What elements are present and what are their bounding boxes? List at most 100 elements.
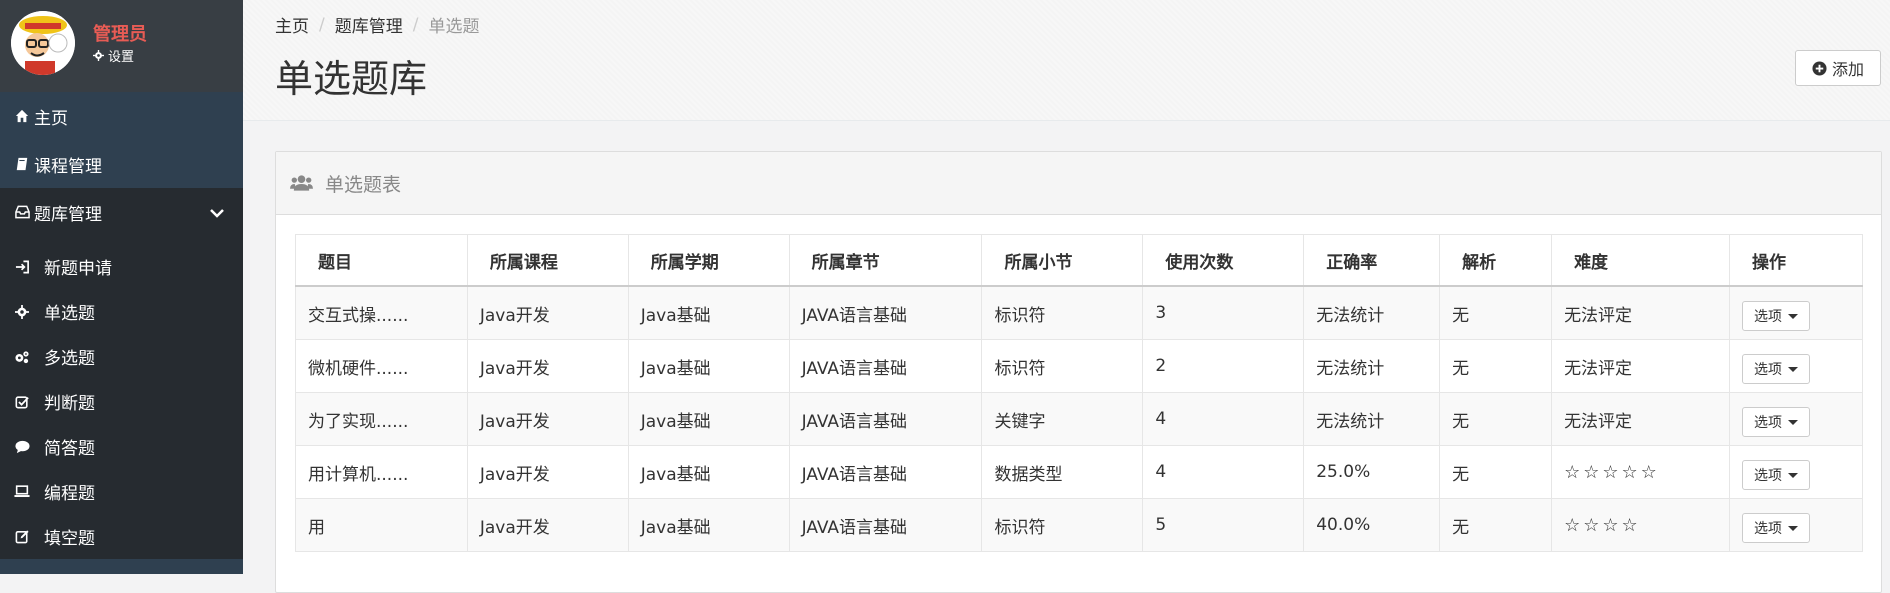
column-header-chapter[interactable]: 所属章节 [788, 234, 983, 287]
settings-link[interactable]: 设置 [93, 46, 134, 65]
question-bank-submenu: 新题申请 单选题 多选题 判断题 简答题 编程题 填空题 [0, 236, 243, 559]
options-dropdown-button[interactable]: 选项 [1741, 354, 1810, 384]
avatar[interactable] [11, 11, 75, 75]
laptop-icon [14, 484, 30, 500]
sidebar-item-label: 单选题 [44, 304, 95, 324]
caret-down-icon [1787, 525, 1798, 531]
sidebar-item-true-false[interactable]: 判断题 [0, 379, 243, 424]
user-name: 管理员 [93, 24, 147, 45]
sidebar-item-single-choice[interactable]: 单选题 [0, 289, 243, 334]
cell-actions: 选项 [1728, 285, 1864, 340]
home-icon [14, 108, 30, 124]
sidebar-item-label: 多选题 [44, 349, 95, 369]
cell-chapter: JAVA语言基础 [788, 285, 983, 340]
cell-title[interactable]: 微机硬件...... [295, 339, 468, 393]
table-row: 交互式操...... Java开发 Java基础 JAVA语言基础 标识符 3 … [295, 285, 1864, 340]
cell-analysis: 无 [1439, 498, 1553, 552]
breadcrumb-question-bank[interactable]: 题库管理 [335, 12, 403, 37]
column-header-difficulty[interactable]: 难度 [1551, 234, 1730, 287]
cell-accuracy: 无法统计 [1303, 339, 1441, 393]
column-header-title[interactable]: 题目 [295, 234, 468, 287]
column-header-section[interactable]: 所属小节 [981, 234, 1144, 287]
cell-difficulty-stars: ☆☆☆☆☆ [1551, 445, 1730, 499]
users-icon [290, 174, 313, 192]
sidebar-item-fill-blank[interactable]: 填空题 [0, 514, 243, 559]
options-label: 选项 [1753, 362, 1782, 378]
cell-title[interactable]: 为了实现...... [295, 392, 468, 446]
table-header-row: 题目 所属课程 所属学期 所属章节 所属小节 使用次数 正确率 解析 难度 操作 [295, 234, 1864, 287]
user-panel: 管理员 设置 [0, 0, 243, 92]
add-button[interactable]: 添加 [1795, 50, 1881, 86]
cell-usage-count: 5 [1142, 498, 1305, 552]
add-button-label: 添加 [1831, 60, 1864, 79]
column-header-accuracy[interactable]: 正确率 [1303, 234, 1441, 287]
sidebar-nav: 主页 课程管理 题库管理 新题申请 单选题 多选题 判断题 简答题 编程题 填空… [0, 92, 243, 559]
cell-chapter: JAVA语言基础 [788, 392, 983, 446]
cell-semester: Java基础 [627, 285, 790, 340]
cell-analysis: 无 [1439, 339, 1553, 393]
column-header-analysis[interactable]: 解析 [1439, 234, 1553, 287]
cell-accuracy: 25.0% [1303, 445, 1441, 499]
sidebar-item-question-bank[interactable]: 题库管理 [0, 188, 243, 236]
cell-course: Java开发 [466, 498, 629, 552]
sidebar-item-label: 题库管理 [34, 204, 102, 225]
cell-actions: 选项 [1728, 339, 1864, 393]
plus-circle-icon [1812, 60, 1827, 76]
sidebar-item-new-question[interactable]: 新题申请 [0, 244, 243, 289]
cell-title[interactable]: 用 [295, 498, 468, 552]
panel-title: 单选题表 [325, 173, 402, 196]
cell-analysis: 无 [1439, 285, 1553, 340]
sidebar-item-home[interactable]: 主页 [0, 92, 243, 140]
cell-section: 数据类型 [981, 445, 1144, 499]
cell-chapter: JAVA语言基础 [788, 445, 983, 499]
sidebar: 管理员 设置 主页 课程管理 题库管理 新题申请 单选题 多选题 判断题 简答题… [0, 0, 243, 574]
cell-semester: Java基础 [627, 392, 790, 446]
cell-title[interactable]: 交互式操...... [295, 285, 468, 340]
cell-usage-count: 3 [1142, 285, 1305, 340]
table-row: 用 Java开发 Java基础 JAVA语言基础 标识符 5 40.0% 无 ☆… [295, 498, 1864, 552]
breadcrumb-separator: / [412, 14, 419, 35]
sidebar-item-multi-choice[interactable]: 多选题 [0, 334, 243, 379]
edit-icon [14, 529, 30, 545]
page-header: 主页 / 题库管理 / 单选题 单选题库 添加 [243, 0, 1890, 121]
cell-actions: 选项 [1728, 498, 1864, 552]
options-dropdown-button[interactable]: 选项 [1741, 460, 1810, 490]
inbox-icon [14, 204, 30, 220]
caret-down-icon [1787, 366, 1798, 372]
cell-semester: Java基础 [627, 445, 790, 499]
question-table-panel: 单选题表 题目 所属课程 所属学期 所属章节 所属小节 使用次数 正确率 解析 … [275, 151, 1882, 593]
breadcrumb-home[interactable]: 主页 [275, 12, 309, 37]
breadcrumb-separator: / [319, 14, 325, 35]
cell-section: 标识符 [981, 339, 1144, 393]
table-row: 用计算机...... Java开发 Java基础 JAVA语言基础 数据类型 4… [295, 445, 1864, 499]
cell-usage-count: 4 [1142, 392, 1305, 446]
options-dropdown-button[interactable]: 选项 [1741, 513, 1810, 543]
column-header-semester[interactable]: 所属学期 [627, 234, 790, 287]
cell-analysis: 无 [1439, 392, 1553, 446]
cell-semester: Java基础 [627, 498, 790, 552]
cell-actions: 选项 [1728, 392, 1864, 446]
caret-down-icon [1787, 313, 1798, 319]
sign-in-icon [14, 259, 30, 275]
table-row: 为了实现...... Java开发 Java基础 JAVA语言基础 关键字 4 … [295, 392, 1864, 446]
options-dropdown-button[interactable]: 选项 [1741, 407, 1810, 437]
sidebar-item-short-answer[interactable]: 简答题 [0, 424, 243, 469]
sidebar-item-course[interactable]: 课程管理 [0, 140, 243, 188]
options-dropdown-button[interactable]: 选项 [1741, 301, 1810, 331]
column-header-course[interactable]: 所属课程 [466, 234, 629, 287]
cell-semester: Java基础 [627, 339, 790, 393]
cell-analysis: 无 [1439, 445, 1553, 499]
options-label: 选项 [1753, 415, 1782, 431]
cell-difficulty-stars: ☆☆☆☆ [1551, 498, 1730, 552]
page-title: 单选题库 [275, 57, 428, 101]
cell-section: 标识符 [981, 285, 1144, 340]
cell-usage-count: 4 [1142, 445, 1305, 499]
cell-accuracy: 40.0% [1303, 498, 1441, 552]
cell-difficulty: 无法评定 [1551, 392, 1730, 446]
cell-course: Java开发 [466, 445, 629, 499]
panel-heading: 单选题表 [276, 152, 1881, 215]
sidebar-item-programming[interactable]: 编程题 [0, 469, 243, 514]
cell-title[interactable]: 用计算机...... [295, 445, 468, 499]
column-header-usage-count[interactable]: 使用次数 [1142, 234, 1305, 287]
gears-icon [14, 349, 30, 365]
